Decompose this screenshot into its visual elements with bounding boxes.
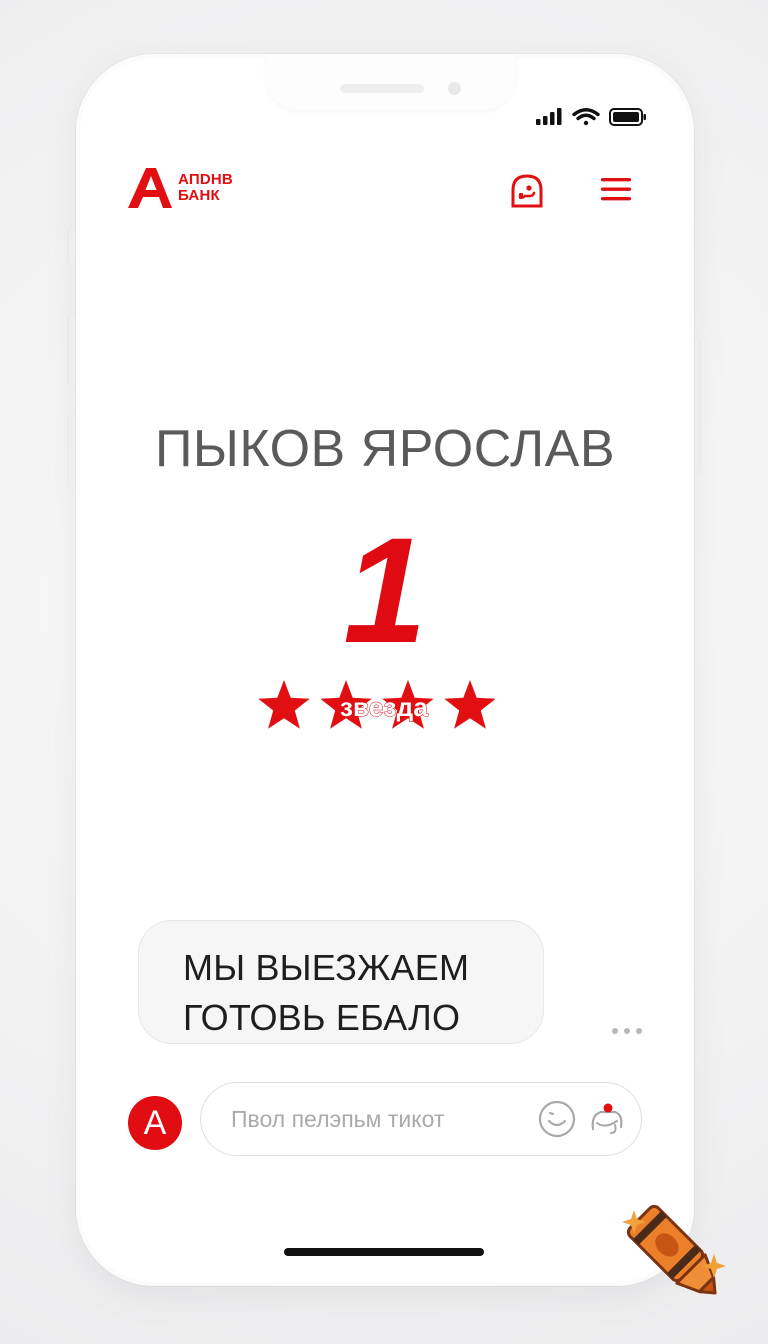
battery-icon — [609, 108, 646, 126]
crayon-icon — [622, 1204, 726, 1295]
bank-logo-text: АПDНВ БАНК — [178, 172, 233, 204]
chat-avatar[interactable]: A — [128, 1096, 182, 1150]
front-camera — [448, 82, 461, 95]
rating-value: 1 — [343, 506, 427, 674]
phone-volume-down-button — [69, 414, 76, 488]
support-chat-icon — [511, 174, 543, 208]
chat-message-line-2: ГОТОВЬ ЕБАЛО — [183, 997, 461, 1038]
chat-message-text: МЫ ВЫЕЗЖАЕМ ГОТОВЬ ЕБАЛО — [183, 943, 543, 1043]
logo-line-2: БАНК — [178, 187, 220, 204]
hamburger-menu-icon — [601, 178, 631, 201]
wifi-icon — [572, 108, 600, 126]
rating-label: звезда — [339, 692, 429, 723]
support-chat-button[interactable] — [508, 172, 546, 210]
screen-background: АПDНВ БАНК ПЫКОВ ЯРОСЛАВ 1 звезда МЫ ВЫЕ… — [0, 0, 768, 1344]
more-options-dots[interactable] — [610, 1024, 644, 1036]
phone-frame: АПDНВ БАНК ПЫКОВ ЯРОСЛАВ 1 звезда МЫ ВЫЕ… — [76, 54, 694, 1286]
bank-logo[interactable]: АПDНВ БАНК — [126, 166, 236, 216]
message-input-container — [200, 1082, 642, 1156]
menu-button[interactable] — [598, 172, 636, 210]
home-indicator[interactable] — [284, 1248, 484, 1256]
phone-notch — [266, 54, 516, 110]
person-name: ПЫКОВ ЯРОСЛАВ — [154, 420, 616, 478]
chat-message-bubble: МЫ ВЫЕЗЖАЕМ ГОТОВЬ ЕБАЛО — [138, 920, 544, 1044]
ellipsis-icon — [612, 1028, 642, 1034]
avatar-letter: A — [143, 1104, 167, 1142]
rating-stars: звезда — [256, 678, 512, 734]
smiley-icon — [538, 1100, 576, 1138]
chat-message-line-1: МЫ ВЫЕЗЖАЕМ — [183, 947, 470, 988]
phone-side-button — [69, 228, 76, 264]
message-input[interactable] — [231, 1083, 531, 1155]
sticker-icon — [591, 1103, 623, 1134]
alfa-a-logo-icon — [128, 168, 172, 208]
sticker-button[interactable] — [587, 1099, 627, 1139]
signal-bars-icon — [536, 108, 562, 125]
earpiece-speaker — [340, 84, 424, 93]
emoji-button[interactable] — [537, 1099, 577, 1139]
status-bar — [536, 106, 648, 128]
logo-line-1: АПDНВ — [178, 171, 233, 188]
phone-volume-up-button — [69, 314, 76, 388]
